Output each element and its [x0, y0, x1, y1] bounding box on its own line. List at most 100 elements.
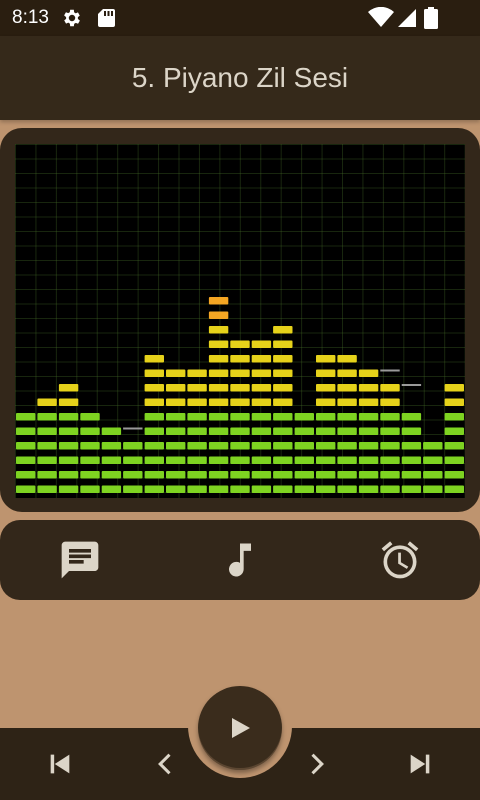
visualizer-segment: [337, 485, 357, 493]
visualizer-segment: [208, 311, 229, 319]
visualizer-segment: [230, 442, 250, 450]
visualizer-segment: [208, 471, 229, 479]
visualizer-segment: [16, 427, 36, 435]
visualizer-segment: [208, 427, 229, 435]
visualizer-segment: [380, 485, 400, 493]
visualizer-segment: [166, 427, 186, 435]
visualizer-segment: [273, 326, 293, 334]
visualizer-card: [0, 128, 480, 512]
visualizer-segment: [80, 485, 100, 493]
visualizer-segment: [358, 369, 379, 377]
visualizer-segment: [380, 398, 400, 406]
message-icon[interactable]: [58, 538, 102, 582]
visualizer-segment: [401, 413, 422, 421]
visualizer-segment: [144, 485, 164, 493]
visualizer-segment: [337, 384, 357, 392]
visualizer-segment: [401, 442, 422, 450]
action-card: [0, 520, 480, 600]
visualizer-segment: [273, 427, 293, 435]
visualizer-segment: [208, 326, 229, 334]
visualizer-segment: [294, 471, 314, 479]
visualizer-segment: [273, 398, 293, 406]
visualizer-segment: [251, 384, 272, 392]
visualizer-segment: [423, 485, 443, 493]
visualizer-segment: [230, 355, 250, 363]
visualizer-segment: [316, 442, 336, 450]
visualizer-segment: [101, 485, 122, 493]
visualizer-segment: [123, 456, 143, 464]
music-note-icon[interactable]: [218, 538, 262, 582]
visualizer-segment: [187, 427, 207, 435]
visualizer-segment: [444, 413, 464, 421]
visualizer-segment: [58, 456, 79, 464]
visualizer-segment: [144, 471, 164, 479]
play-button[interactable]: [198, 686, 282, 770]
visualizer-segment: [444, 384, 464, 392]
visualizer-canvas: [16, 297, 464, 493]
visualizer-segment: [444, 398, 464, 406]
battery-icon: [424, 7, 438, 29]
visualizer-segment: [358, 456, 379, 464]
visualizer-segment: [316, 398, 336, 406]
visualizer-segment: [80, 471, 100, 479]
visualizer-segment: [37, 413, 57, 421]
chevron-right-icon[interactable]: [302, 750, 330, 778]
visualizer-segment: [187, 485, 207, 493]
visualizer-segment: [273, 456, 293, 464]
visualizer-segment: [251, 355, 272, 363]
visualizer-segment: [251, 413, 272, 421]
visualizer-segment: [230, 456, 250, 464]
status-bar: 8:13: [0, 0, 480, 36]
alarm-icon[interactable]: [378, 538, 422, 582]
visualizer-segment: [58, 442, 79, 450]
visualizer-segment: [16, 485, 36, 493]
visualizer-segment: [123, 471, 143, 479]
visualizer-segment: [37, 398, 57, 406]
visualizer-peak: [380, 369, 400, 372]
visualizer-segment: [16, 456, 36, 464]
visualizer-segment: [230, 384, 250, 392]
visualizer-segment: [380, 471, 400, 479]
visualizer-segment: [37, 471, 57, 479]
visualizer-segment: [401, 427, 422, 435]
visualizer-segment: [230, 471, 250, 479]
visualizer-segment: [101, 456, 122, 464]
visualizer-segment: [337, 456, 357, 464]
visualizer-segment: [401, 485, 422, 493]
visualizer-segment: [166, 413, 186, 421]
visualizer-segment: [444, 442, 464, 450]
visualizer-segment: [316, 413, 336, 421]
visualizer-segment: [380, 384, 400, 392]
skip-previous-icon[interactable]: [46, 750, 74, 778]
visualizer-segment: [251, 442, 272, 450]
visualizer-segment: [101, 471, 122, 479]
visualizer-segment: [58, 384, 79, 392]
visualizer-segment: [273, 442, 293, 450]
visualizer-segment: [208, 369, 229, 377]
visualizer-segment: [230, 427, 250, 435]
visualizer-segment: [230, 485, 250, 493]
visualizer-segment: [208, 340, 229, 348]
skip-next-icon[interactable]: [406, 750, 434, 778]
visualizer-segment: [316, 355, 336, 363]
visualizer-segment: [144, 413, 164, 421]
chevron-left-icon[interactable]: [152, 750, 180, 778]
visualizer-segment: [316, 369, 336, 377]
status-time: 8:13: [12, 7, 49, 28]
visualizer-segment: [316, 471, 336, 479]
visualizer-segment: [37, 456, 57, 464]
visualizer-segment: [401, 456, 422, 464]
visualizer-segment: [444, 427, 464, 435]
visualizer-segment: [251, 456, 272, 464]
visualizer-segment: [144, 427, 164, 435]
visualizer-segment: [358, 398, 379, 406]
visualizer-segment: [208, 456, 229, 464]
visualizer-segment: [337, 427, 357, 435]
settings-gear-icon: [64, 9, 80, 27]
visualizer-segment: [187, 456, 207, 464]
wifi-icon: [368, 7, 394, 27]
visualizer-segment: [208, 384, 229, 392]
visualizer-segment: [273, 384, 293, 392]
visualizer-segment: [380, 427, 400, 435]
play-icon: [232, 718, 250, 738]
